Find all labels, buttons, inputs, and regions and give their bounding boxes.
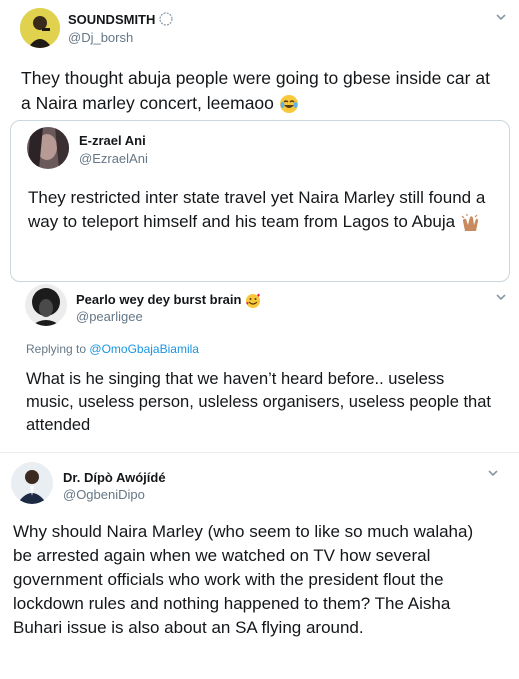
- chevron-down-icon[interactable]: [494, 290, 508, 304]
- avatar[interactable]: [27, 127, 69, 169]
- tweet-soundsmith[interactable]: SOUNDSMITH @Dj_borsh They thought abuja …: [0, 0, 519, 130]
- replying-to: Replying to @OmoGbajaBiamila: [26, 342, 199, 356]
- quoted-tweet-card[interactable]: E-zrael Ani @EzraelAni They restricted i…: [10, 120, 510, 282]
- author-name[interactable]: SOUNDSMITH: [68, 12, 173, 27]
- smiling-face-with-hearts-emoji-icon: [246, 293, 261, 308]
- author-name[interactable]: Dr. Dípò Awójídé: [63, 470, 166, 485]
- verified-badge-icon: [159, 12, 173, 26]
- author-handle[interactable]: @Dj_borsh: [68, 30, 133, 45]
- chevron-down-icon[interactable]: [494, 10, 508, 24]
- tweet-text: They restricted inter state travel yet N…: [28, 188, 486, 231]
- avatar[interactable]: [11, 462, 53, 504]
- tweet-text: They thought abuja people were going to …: [21, 68, 490, 114]
- divider: [0, 452, 519, 453]
- clapping-hands-emoji-icon: [461, 213, 478, 231]
- replying-to-link[interactable]: @OmoGbajaBiamila: [89, 342, 199, 356]
- author-handle[interactable]: @pearligee: [76, 309, 143, 324]
- avatar[interactable]: [25, 284, 67, 326]
- tears-of-joy-emoji-icon: [279, 95, 298, 114]
- tweet-pearlo[interactable]: Pearlo wey dey burst brain @pearligee Re…: [0, 280, 519, 450]
- tweet-text: Why should Naira Marley (who seem to lik…: [13, 522, 474, 637]
- author-handle[interactable]: @OgbeniDipo: [63, 487, 145, 502]
- chevron-down-icon[interactable]: [486, 466, 500, 480]
- avatar[interactable]: [20, 8, 60, 48]
- tweet-dipo[interactable]: Dr. Dípò Awójídé @OgbeniDipo Why should …: [0, 454, 519, 679]
- author-handle[interactable]: @EzraelAni: [79, 151, 148, 166]
- author-name[interactable]: E-zrael Ani: [79, 133, 146, 148]
- author-name[interactable]: Pearlo wey dey burst brain: [76, 292, 261, 309]
- tweet-text: What is he singing that we haven’t heard…: [26, 370, 491, 434]
